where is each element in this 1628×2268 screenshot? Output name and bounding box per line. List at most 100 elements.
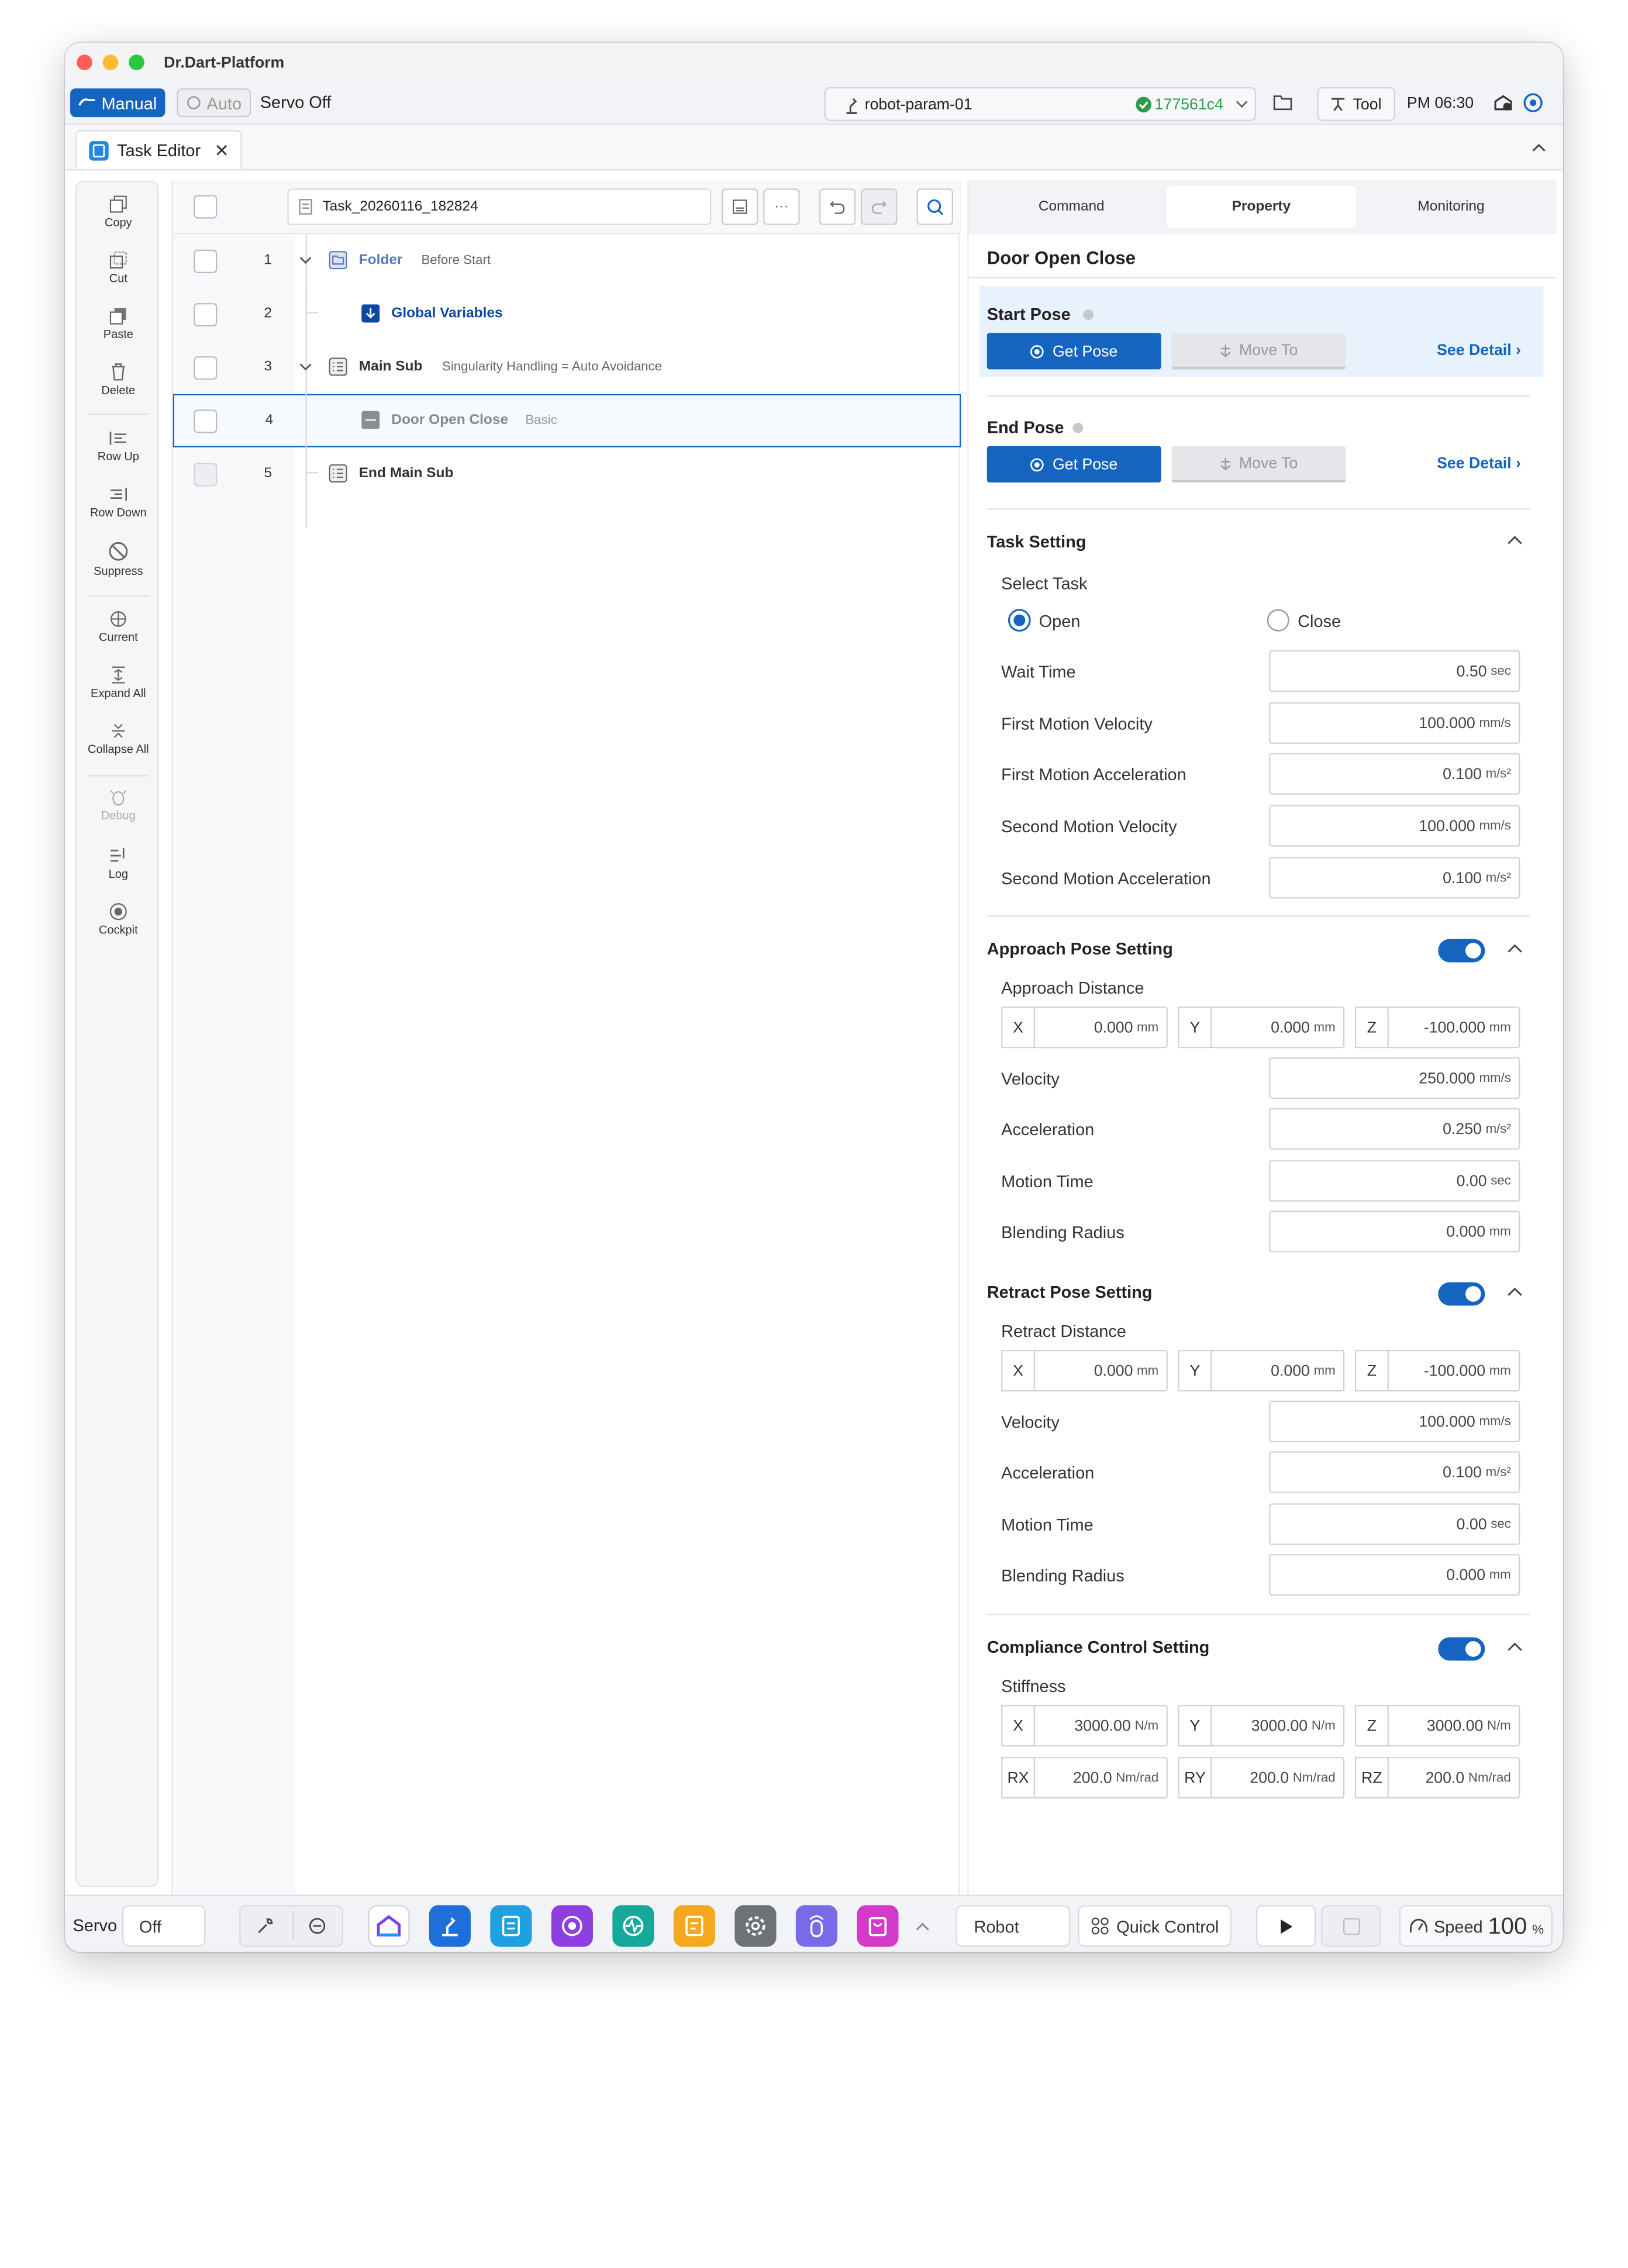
chevron-up-icon[interactable] [1507,536,1523,545]
tree-row-selected[interactable]: 4 Door Open Close Basic [173,394,961,447]
tool-button[interactable]: Tool [1317,87,1395,121]
start-get-pose-button[interactable]: Get Pose [987,333,1161,370]
approach-motion-time-input[interactable]: 0.00 sec [1269,1160,1520,1202]
select-all-checkbox[interactable] [194,195,218,219]
approach-acceleration-input[interactable]: 0.250 m/s² [1269,1108,1520,1150]
tree-row[interactable]: 2 Global Variables [173,287,961,340]
device-app-icon[interactable] [551,1905,593,1947]
row-checkbox[interactable] [194,249,218,273]
wait-time-input[interactable]: 0.50 sec [1269,650,1520,692]
start-move-to-button[interactable]: Move To [1171,333,1346,370]
tab-property[interactable]: Property [1166,185,1357,228]
stop-button[interactable] [1321,1905,1381,1947]
debug-button[interactable]: Debug [77,788,160,822]
current-button[interactable]: Current [77,610,160,644]
row-checkbox[interactable] [194,356,218,380]
robot-app-icon[interactable] [429,1905,471,1947]
auto-mode-button[interactable]: Auto [177,88,251,118]
row-checkbox[interactable] [194,463,218,487]
stiffness-z-input[interactable]: 3000.00 N/m [1387,1705,1520,1747]
approach-velocity-input[interactable]: 250.000 mm/s [1269,1057,1520,1099]
tab-task-editor[interactable]: Task Editor [75,130,242,170]
task-editor-app-icon[interactable] [490,1905,532,1947]
sync-icon[interactable] [308,1917,326,1935]
chevron-down-icon[interactable] [299,363,312,371]
quick-control-button[interactable]: Quick Control [1078,1905,1232,1947]
store-app-icon[interactable] [857,1905,899,1947]
home-app-icon[interactable] [368,1905,410,1947]
retract-y-input[interactable]: 0.000 mm [1210,1350,1345,1392]
robot-param-selector[interactable]: robot-param-01 177561c4 [824,87,1256,121]
retract-motion-time-input[interactable]: 0.00 sec [1269,1503,1520,1545]
chevron-up-icon[interactable] [915,1922,929,1931]
chevron-down-icon[interactable] [299,256,312,264]
expand-all-button[interactable]: Expand All [77,666,160,699]
stiffness-y-input[interactable]: 3000.00 N/m [1210,1705,1345,1747]
chevron-up-icon[interactable] [1507,1642,1523,1652]
retract-acceleration-input[interactable]: 0.100 m/s² [1269,1451,1520,1493]
search-button[interactable] [916,188,953,225]
collapse-header-icon[interactable] [1532,143,1546,153]
wrench-icon[interactable] [256,1917,274,1935]
tree-row[interactable]: 5 End Main Sub [173,447,961,501]
suppress-button[interactable]: Suppress [77,541,160,577]
tree-row[interactable]: 1 Folder Before Start [173,234,961,287]
radio-close[interactable] [1267,609,1290,632]
minimize-window-button[interactable] [102,54,119,71]
settings-app-icon[interactable] [734,1905,777,1947]
row-up-button[interactable]: Row Up [77,429,160,463]
manual-mode-button[interactable]: Manual [70,88,165,118]
end-see-detail-link[interactable]: See Detail › [1437,454,1521,472]
zoom-window-button[interactable] [129,54,144,71]
row-checkbox[interactable] [194,303,218,327]
connection-icon[interactable] [1523,92,1544,113]
stiffness-rz-input[interactable]: 200.0 Nm/rad [1387,1757,1520,1799]
folder-open-icon[interactable] [1273,95,1294,111]
approach-blending-radius-input[interactable]: 0.000 mm [1269,1211,1520,1253]
task-filename-field[interactable]: Task_20260116_182824 [287,188,712,225]
delete-button[interactable]: Delete [77,363,160,397]
chevron-up-icon[interactable] [1507,944,1523,953]
first-motion-velocity-input[interactable]: 100.000 mm/s [1269,702,1520,744]
undo-button[interactable] [819,188,856,225]
more-options-button[interactable]: ··· [763,188,800,225]
retract-blending-radius-input[interactable]: 0.000 mm [1269,1554,1520,1596]
stiffness-ry-input[interactable]: 200.0 Nm/rad [1210,1757,1345,1799]
remote-app-icon[interactable] [795,1905,837,1947]
approach-toggle[interactable] [1438,939,1485,963]
compliance-toggle[interactable] [1438,1637,1485,1661]
copy-button[interactable]: Copy [77,195,160,229]
cut-button[interactable]: Cut [77,251,160,285]
servo-toggle[interactable]: Off [122,1905,206,1947]
row-checkbox[interactable] [194,409,218,433]
retract-x-input[interactable]: 0.000 mm [1033,1350,1168,1392]
save-button[interactable] [722,188,758,225]
tab-command[interactable]: Command [977,186,1167,228]
second-motion-velocity-input[interactable]: 100.000 mm/s [1269,805,1520,847]
retract-toggle[interactable] [1438,1282,1485,1306]
play-button[interactable] [1256,1905,1316,1947]
robot-selector[interactable]: Robot [956,1905,1071,1947]
collapse-all-button[interactable]: Collapse All [77,722,160,756]
paste-button[interactable]: Paste [77,307,160,341]
row-down-button[interactable]: Row Down [77,485,160,519]
stiffness-x-input[interactable]: 3000.00 N/m [1033,1705,1168,1747]
notes-app-icon[interactable] [673,1905,715,1947]
close-tab-icon[interactable] [216,144,228,156]
end-move-to-button[interactable]: Move To [1171,446,1346,482]
end-get-pose-button[interactable]: Get Pose [987,446,1161,482]
robot-status-icon[interactable] [1493,94,1514,112]
approach-z-input[interactable]: -100.000 mm [1387,1007,1520,1049]
second-motion-acceleration-input[interactable]: 0.100 m/s² [1269,857,1520,899]
cockpit-button[interactable]: Cockpit [77,902,160,936]
first-motion-acceleration-input[interactable]: 0.100 m/s² [1269,753,1520,795]
radio-open[interactable] [1008,609,1031,632]
redo-button[interactable] [861,188,898,225]
tab-monitoring[interactable]: Monitoring [1356,186,1546,228]
retract-z-input[interactable]: -100.000 mm [1387,1350,1520,1392]
speed-control[interactable]: Speed 100 % [1399,1905,1553,1947]
stiffness-rx-input[interactable]: 200.0 Nm/rad [1033,1757,1168,1799]
tree-row[interactable]: 3 Main Sub Singularity Handling = Auto A… [173,341,961,394]
chevron-up-icon[interactable] [1507,1287,1523,1297]
monitoring-app-icon[interactable] [612,1905,654,1947]
